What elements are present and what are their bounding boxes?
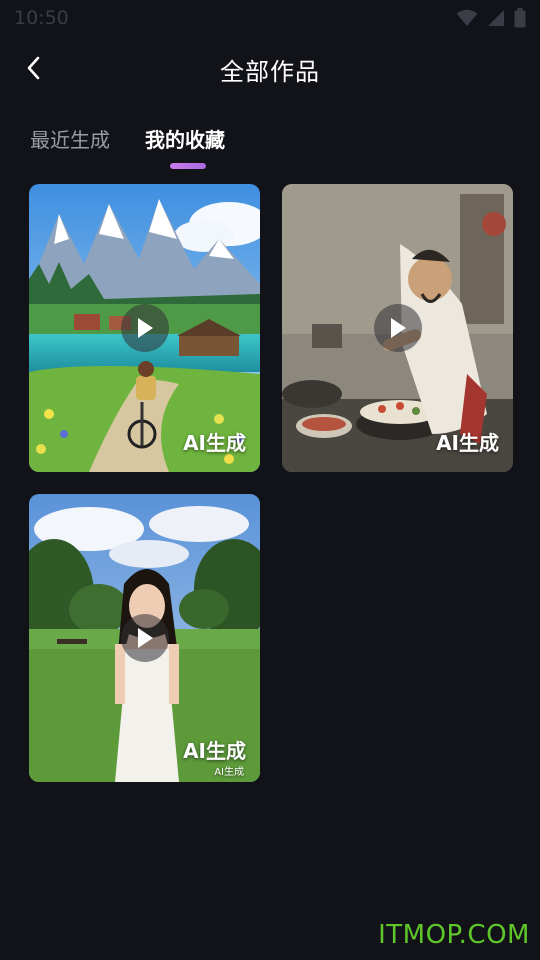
cellular-signal-icon: [488, 10, 504, 26]
watermark-text: ITMOP.COM: [378, 920, 530, 950]
status-time: 10:50: [14, 7, 69, 29]
ai-generated-label: AI生成: [183, 739, 246, 763]
play-button[interactable]: [374, 304, 422, 352]
work-card[interactable]: AI生成 AI生成: [29, 494, 260, 782]
play-icon: [391, 318, 406, 338]
work-card[interactable]: AI生成: [29, 184, 260, 472]
work-card[interactable]: AI生成: [282, 184, 513, 472]
page-title: 全部作品: [220, 58, 320, 86]
wifi-icon: [456, 9, 478, 26]
play-icon: [138, 628, 153, 648]
tab-favorites[interactable]: 我的收藏: [145, 124, 225, 153]
status-bar: 10:50: [0, 0, 540, 36]
play-button[interactable]: [121, 614, 169, 662]
status-icons: [456, 8, 526, 28]
tab-bar: 最近生成 我的收藏: [0, 118, 540, 174]
battery-icon: [514, 8, 526, 28]
tab-recent[interactable]: 最近生成: [30, 124, 110, 153]
ai-generated-label: AI生成: [436, 431, 499, 455]
ai-generated-label: AI生成: [183, 431, 246, 455]
play-icon: [138, 318, 153, 338]
top-nav-bar: 全部作品: [0, 44, 540, 92]
play-button[interactable]: [121, 304, 169, 352]
ai-generated-small-label: AI生成: [214, 767, 244, 778]
active-tab-indicator: [170, 163, 206, 169]
